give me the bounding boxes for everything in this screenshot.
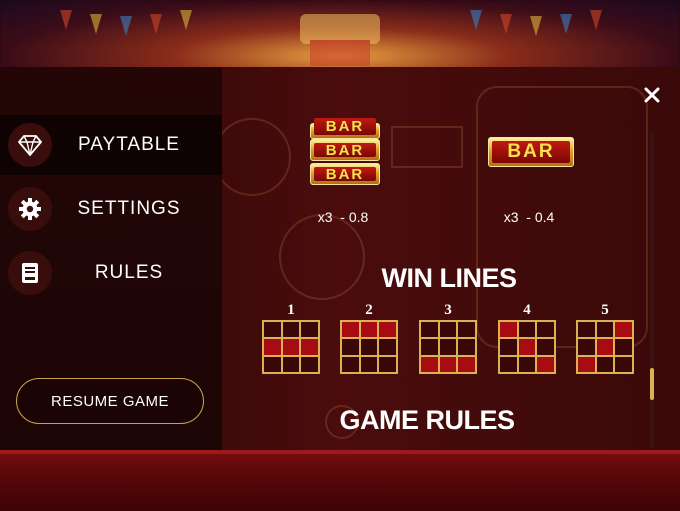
grid-cell-active <box>577 355 596 373</box>
grid-cell <box>517 321 537 339</box>
grid-cell <box>457 338 476 356</box>
win-line-number: 1 <box>287 302 295 318</box>
grid-cell-active <box>378 321 397 339</box>
grid-cell <box>577 321 596 339</box>
grid-cell-active <box>438 355 458 373</box>
bunting-decoration <box>60 10 602 66</box>
background-reels-decoration <box>222 86 648 439</box>
grid-cell <box>359 355 379 373</box>
grid-cell <box>614 355 633 373</box>
grid-cell <box>438 321 458 339</box>
win-line-3: 3 <box>419 302 477 374</box>
win-line-4: 4 <box>498 302 556 374</box>
grid-cell-active <box>595 338 615 356</box>
grid-cell-active <box>281 338 301 356</box>
grid-cell <box>499 338 518 356</box>
resume-game-button[interactable]: RESUME GAME <box>16 378 204 424</box>
grid-cell-active <box>359 321 379 339</box>
diamond-icon <box>8 123 52 167</box>
grid-cell-active <box>517 338 537 356</box>
grid-cell <box>577 338 596 356</box>
grid-cell-active <box>263 338 282 356</box>
bar-text: BAR <box>314 118 376 135</box>
grid-cell <box>281 321 301 339</box>
menu-label-settings: SETTINGS <box>77 198 181 219</box>
grid-cell <box>438 338 458 356</box>
grid-cell <box>595 321 615 339</box>
grid-cell <box>595 355 615 373</box>
grid-cell <box>614 338 633 356</box>
grid-cell-active <box>341 321 360 339</box>
menu-item-paytable[interactable]: PAYTABLE <box>0 115 222 175</box>
paytable-content: BAR BAR BAR x3 - 0.8 BAR x3 - 0.4 WIN LI… <box>222 67 680 450</box>
bar-text: BAR <box>314 142 376 159</box>
win-line-number: 2 <box>365 302 373 318</box>
win-line-grid <box>419 320 477 374</box>
grid-cell <box>378 338 397 356</box>
win-lines-title: WIN LINES <box>381 263 518 293</box>
grid-cell <box>281 355 301 373</box>
grid-cell <box>341 355 360 373</box>
scrollbar-thumb[interactable] <box>650 368 654 400</box>
grid-cell <box>359 338 379 356</box>
bar-text: BAR <box>492 141 570 163</box>
grid-cell <box>536 321 555 339</box>
grid-cell <box>420 321 439 339</box>
win-line-5: 5 <box>576 302 634 374</box>
book-icon <box>8 251 52 295</box>
grid-cell <box>263 355 282 373</box>
scrollbar-track[interactable] <box>650 132 654 448</box>
close-icon <box>644 87 660 103</box>
win-line-number: 4 <box>523 302 531 318</box>
close-button[interactable] <box>636 79 668 111</box>
grid-cell <box>499 355 518 373</box>
grid-cell-active <box>300 338 319 356</box>
bar-tile: BAR <box>310 118 380 139</box>
bar-tile: BAR <box>310 139 380 161</box>
grid-cell <box>536 338 555 356</box>
grid-cell <box>457 321 476 339</box>
win-line-number: 5 <box>601 302 609 318</box>
grid-cell <box>420 338 439 356</box>
paytable-value-triple-bar: x3 - 0.8 <box>317 209 369 225</box>
grid-cell <box>263 321 282 339</box>
grid-cell <box>341 338 360 356</box>
win-line-grid <box>498 320 556 374</box>
gear-icon <box>8 187 52 231</box>
win-line-2: 2 <box>340 302 398 374</box>
grid-cell-active <box>457 355 476 373</box>
grid-cell-active <box>536 355 555 373</box>
bar-tile: BAR <box>310 163 380 185</box>
paytable-value-single-bar: x3 - 0.4 <box>503 209 555 225</box>
stage-floor <box>0 450 680 511</box>
grid-cell-active <box>614 321 633 339</box>
single-bar-symbol: BAR <box>488 137 574 167</box>
win-line-1: 1 <box>262 302 320 374</box>
bar-text: BAR <box>314 166 376 183</box>
win-line-number: 3 <box>444 302 452 318</box>
menu-item-settings[interactable]: SETTINGS <box>0 179 222 239</box>
win-line-grid <box>262 320 320 374</box>
grid-cell <box>300 355 319 373</box>
grid-cell <box>378 355 397 373</box>
game-rules-title: GAME RULES <box>339 405 515 435</box>
grid-cell-active <box>420 355 439 373</box>
grid-cell <box>300 321 319 339</box>
grid-cell <box>517 355 537 373</box>
win-line-grid <box>576 320 634 374</box>
menu-label-rules: RULES <box>94 262 164 283</box>
menu-item-rules[interactable]: RULES <box>0 243 222 303</box>
win-line-grid <box>340 320 398 374</box>
menu-label-paytable: PAYTABLE <box>78 134 180 155</box>
grid-cell-active <box>499 321 518 339</box>
